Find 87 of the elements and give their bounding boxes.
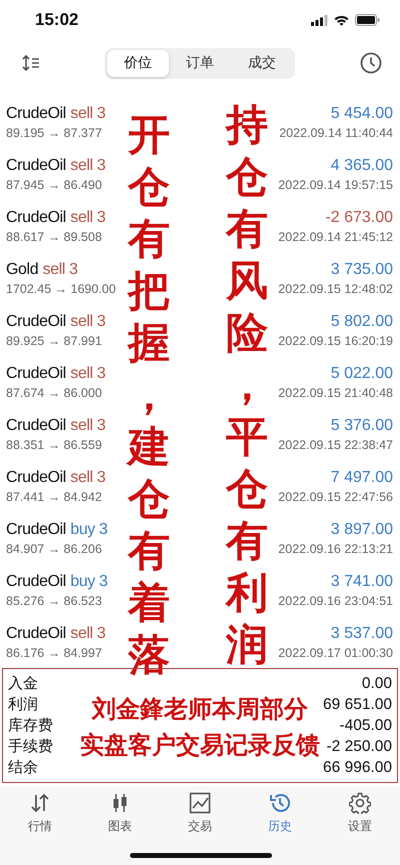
profit-value: 3 735.00 xyxy=(330,260,393,278)
price-range: 88.351 → 86.559 xyxy=(6,438,102,452)
price-range: 85.276 → 86.523 xyxy=(6,594,102,608)
profit-value: 3 741.00 xyxy=(330,572,393,590)
summary-value: -405.00 xyxy=(339,716,392,734)
sort-icon[interactable] xyxy=(22,55,40,71)
trade-time: 2022.09.16 22:13:21 xyxy=(278,542,393,556)
profit-value: 5 454.00 xyxy=(330,104,393,122)
trade-time: 2022.09.17 01:00:30 xyxy=(278,646,393,660)
summary-label: 结余 xyxy=(8,758,38,777)
profit-value: 3 537.00 xyxy=(330,624,393,642)
summary-label: 利润 xyxy=(8,695,38,714)
symbol-text: CrudeOil xyxy=(6,208,66,226)
price-range: 89.925 → 87.991 xyxy=(6,334,102,348)
summary-label: 库存费 xyxy=(8,716,53,735)
segment-tab[interactable]: 价位 xyxy=(107,50,169,76)
price-range: 87.441 → 84.942 xyxy=(6,490,102,504)
profit-value: 4 365.00 xyxy=(330,156,393,174)
line-chart-icon xyxy=(189,792,211,814)
summary-value: 66 996.00 xyxy=(323,758,392,776)
symbol-text: CrudeOil xyxy=(6,364,66,382)
profit-value: 7 497.00 xyxy=(330,468,393,486)
calligraphy-text: 开仓有把握，建仓有着落 xyxy=(126,112,171,681)
profit-value: 5 022.00 xyxy=(330,364,393,382)
trade-side: sell 3 xyxy=(42,260,78,278)
price-range: 87.674 → 86.000 xyxy=(6,386,102,400)
trade-side: sell 3 xyxy=(70,312,106,330)
calligraphy-text: 持仓有风险，平仓有利润 xyxy=(224,102,269,671)
summary-label: 入金 xyxy=(8,674,38,693)
symbol-text: CrudeOil xyxy=(6,416,66,434)
summary-value: -2 250.00 xyxy=(326,738,392,756)
tab-bar-item[interactable]: 图表 xyxy=(90,792,150,835)
tab-bar-item[interactable]: 交易 xyxy=(170,792,230,835)
symbol-text: Gold xyxy=(6,260,38,278)
trade-side: sell 3 xyxy=(70,364,106,382)
symbol-text: CrudeOil xyxy=(6,104,66,122)
symbol-text: CrudeOil xyxy=(6,624,66,642)
symbol-text: CrudeOil xyxy=(6,572,66,590)
history-clock-icon[interactable] xyxy=(360,52,382,74)
history-icon xyxy=(269,792,291,814)
profit-value: 5 376.00 xyxy=(330,416,393,434)
trade-time: 2022.09.16 23:04:51 xyxy=(278,594,393,608)
trade-side: sell 3 xyxy=(70,104,106,122)
tab-bar-item[interactable]: 设置 xyxy=(330,792,390,835)
trade-time: 2022.09.15 12:48:02 xyxy=(278,282,393,296)
trade-time: 2022.09.14 11:40:44 xyxy=(279,126,393,140)
profit-value: 5 802.00 xyxy=(330,312,393,330)
price-range: 88.617 → 89.508 xyxy=(6,230,102,244)
clock-time: 15:02 xyxy=(35,10,78,30)
trade-side: sell 3 xyxy=(70,416,106,434)
trade-side: sell 3 xyxy=(70,468,106,486)
settings-icon xyxy=(349,792,371,814)
trade-time: 2022.09.14 21:45:12 xyxy=(278,230,393,244)
price-range: 1702.45 → 1690.00 xyxy=(6,282,116,296)
trade-time: 2022.09.15 22:38:47 xyxy=(278,438,393,452)
signal-icon xyxy=(311,14,328,26)
overlay-caption: 实盘客户交易记录反馈 xyxy=(80,731,320,761)
price-range: 89.195 → 87.377 xyxy=(6,126,102,140)
summary-label: 手续费 xyxy=(8,737,53,756)
profit-value: -2 673.00 xyxy=(325,208,393,226)
trade-time: 2022.09.15 22:47:56 xyxy=(278,490,393,504)
price-range: 84.907 → 86.206 xyxy=(6,542,102,556)
battery-icon xyxy=(355,14,380,26)
trade-time: 2022.09.15 16:20:19 xyxy=(278,334,393,348)
trade-side: sell 3 xyxy=(70,208,106,226)
symbol-text: CrudeOil xyxy=(6,156,66,174)
trade-side: sell 3 xyxy=(70,156,106,174)
up-down-arrows-icon xyxy=(29,792,51,814)
tab-bar-item[interactable]: 行情 xyxy=(10,792,70,835)
profit-value: 3 897.00 xyxy=(330,520,393,538)
trade-side: sell 3 xyxy=(70,624,106,642)
symbol-text: CrudeOil xyxy=(6,520,66,538)
tab-bar-item[interactable]: 历史 xyxy=(250,792,310,835)
symbol-text: CrudeOil xyxy=(6,468,66,486)
trade-side: buy 3 xyxy=(70,520,108,538)
summary-value: 0.00 xyxy=(362,674,392,692)
trade-time: 2022.09.14 19:57:15 xyxy=(278,178,393,192)
symbol-text: CrudeOil xyxy=(6,312,66,330)
summary-value: 69 651.00 xyxy=(323,696,392,714)
wifi-icon xyxy=(334,14,349,26)
trade-side: buy 3 xyxy=(70,572,108,590)
price-range: 86.176 → 84.997 xyxy=(6,646,102,660)
trade-time: 2022.09.15 21:40:48 xyxy=(278,386,393,400)
segment-tab[interactable]: 订单 xyxy=(169,50,231,76)
segment-tab[interactable]: 成交 xyxy=(231,50,293,76)
overlay-caption: 刘金鋒老师本周部分 xyxy=(92,695,308,725)
price-range: 87.945 → 86.490 xyxy=(6,178,102,192)
